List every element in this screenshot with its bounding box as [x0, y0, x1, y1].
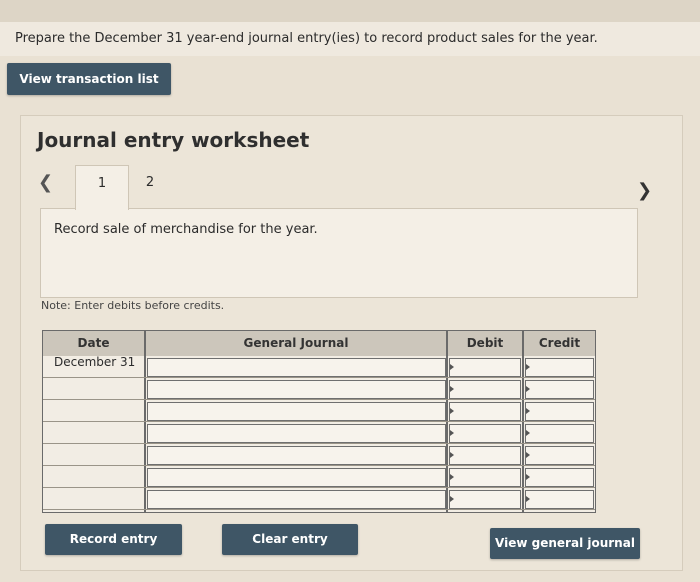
debit-input[interactable] — [449, 402, 521, 421]
tab-2[interactable]: 2 — [130, 165, 170, 209]
debit-input[interactable] — [449, 380, 521, 399]
chevron-left-icon[interactable]: ❮ — [38, 172, 53, 193]
note-text: Note: Enter debits before credits. — [41, 299, 225, 312]
view-general-journal-button[interactable]: View general journal — [490, 528, 640, 559]
clear-entry-button[interactable]: Clear entry — [222, 524, 358, 555]
caret-icon — [526, 430, 530, 436]
header-credit: Credit — [524, 331, 595, 356]
credit-input[interactable] — [525, 468, 594, 487]
debit-input[interactable] — [449, 468, 521, 487]
account-input[interactable] — [147, 424, 446, 443]
table-row — [43, 465, 595, 466]
credit-input[interactable] — [525, 358, 594, 377]
header-date: Date — [43, 331, 144, 356]
caret-icon — [526, 408, 530, 414]
caret-icon — [450, 474, 454, 480]
account-input[interactable] — [147, 446, 446, 465]
table-row — [43, 509, 595, 510]
header-general-journal: General Journal — [146, 331, 446, 356]
chevron-right-icon[interactable]: ❯ — [637, 180, 652, 201]
caret-icon — [450, 364, 454, 370]
caret-icon — [450, 452, 454, 458]
caret-icon — [450, 430, 454, 436]
top-bar — [0, 0, 700, 22]
question-text: Prepare the December 31 year-end journal… — [0, 22, 700, 56]
table-row — [43, 487, 595, 488]
account-input[interactable] — [147, 490, 446, 509]
caret-icon — [526, 364, 530, 370]
header-debit: Debit — [448, 331, 522, 356]
credit-input[interactable] — [525, 424, 594, 443]
account-input[interactable] — [147, 402, 446, 421]
caret-icon — [450, 386, 454, 392]
debit-input[interactable] — [449, 424, 521, 443]
table-row — [43, 421, 595, 422]
date-cell: December 31 — [54, 355, 136, 369]
table-row — [43, 399, 595, 400]
record-entry-button[interactable]: Record entry — [45, 524, 182, 555]
worksheet-title: Journal entry worksheet — [37, 128, 310, 152]
caret-icon — [526, 452, 530, 458]
account-input[interactable] — [147, 358, 446, 377]
debit-input[interactable] — [449, 358, 521, 377]
table-row — [43, 377, 595, 378]
caret-icon — [450, 496, 454, 502]
caret-icon — [526, 474, 530, 480]
credit-input[interactable] — [525, 402, 594, 421]
caret-icon — [526, 386, 530, 392]
caret-icon — [526, 496, 530, 502]
table-row — [43, 443, 595, 444]
credit-input[interactable] — [525, 446, 594, 465]
view-transaction-list-button[interactable]: View transaction list — [7, 63, 171, 95]
credit-input[interactable] — [525, 380, 594, 399]
debit-input[interactable] — [449, 490, 521, 509]
caret-icon — [450, 408, 454, 414]
tab-1[interactable]: 1 — [75, 165, 129, 210]
credit-input[interactable] — [525, 490, 594, 509]
account-input[interactable] — [147, 380, 446, 399]
description-text: Record sale of merchandise for the year. — [54, 222, 318, 237]
debit-input[interactable] — [449, 446, 521, 465]
account-input[interactable] — [147, 468, 446, 487]
